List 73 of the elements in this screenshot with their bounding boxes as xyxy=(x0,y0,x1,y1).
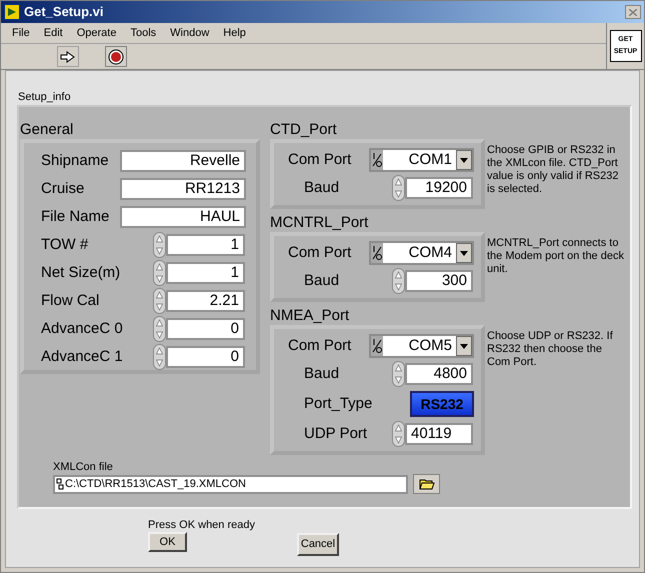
spinner-arrows-icon[interactable] xyxy=(392,361,405,387)
app-icon xyxy=(4,4,20,20)
stop-icon xyxy=(108,48,124,64)
spinner-arrows-icon[interactable] xyxy=(153,260,166,286)
run-button[interactable] xyxy=(57,46,79,67)
section-label: MCNTRL_Port xyxy=(270,213,370,232)
text-field[interactable]: RR1213 xyxy=(120,178,246,200)
field-label: AdvanceC 0 xyxy=(40,318,124,339)
numeric-field[interactable]: 0 xyxy=(166,318,245,340)
spinner-arrows-icon[interactable] xyxy=(153,288,166,314)
ring-io-icon xyxy=(371,151,383,169)
menu-item[interactable]: Edit xyxy=(36,24,70,42)
field-label: AdvanceC 1 xyxy=(40,346,124,367)
ring-selector[interactable]: COM5 xyxy=(369,334,474,358)
field-label: Flow Cal xyxy=(40,290,100,311)
spinner-arrows-icon[interactable] xyxy=(392,175,405,201)
field-label: Baud xyxy=(303,178,340,198)
spinner-arrows-icon[interactable] xyxy=(392,421,405,447)
spinner-arrows-icon[interactable] xyxy=(153,344,166,370)
numeric-field[interactable]: 1 xyxy=(166,262,245,284)
menu-item[interactable]: Operate xyxy=(70,24,124,42)
dialog-button[interactable]: Cancel xyxy=(297,533,339,556)
cluster-label: Setup_info xyxy=(17,90,72,105)
arrow-icon xyxy=(60,50,76,62)
ring-selector[interactable]: COM1 xyxy=(369,148,474,172)
numeric-field[interactable]: 40119 xyxy=(405,423,473,445)
section-label: CTD_Port xyxy=(270,120,338,139)
port-note: MCNTRL_Port connects to the Modem port on the deck unit. xyxy=(486,236,625,277)
section-label: General xyxy=(19,120,74,139)
ring-io-icon xyxy=(371,244,383,262)
numeric-field[interactable]: 1 xyxy=(166,234,245,256)
spinner-arrows-icon[interactable] xyxy=(392,268,405,294)
ready-prompt: Press OK when ready xyxy=(148,518,256,532)
port-note: Choose GPIB or RS232 in the XMLcon file. CTD_Port value is only valid if RS232 is selected. xyxy=(486,143,620,197)
field-label: TOW # xyxy=(40,234,90,255)
spinner-arrows-icon[interactable] xyxy=(153,316,166,342)
menu-item[interactable]: File xyxy=(5,24,37,42)
path-field[interactable]: C:\CTD\RR1513\CAST_19.XMLCON xyxy=(53,474,408,494)
dialog-button[interactable]: OK xyxy=(148,532,187,552)
field-label: Port_Type xyxy=(303,394,374,414)
text-field[interactable]: Revelle xyxy=(120,150,246,172)
numeric-field[interactable]: 19200 xyxy=(405,177,473,199)
abort-button[interactable] xyxy=(105,46,127,67)
field-label: UDP Port xyxy=(303,424,368,444)
field-label: Com Port xyxy=(287,242,352,263)
ring-io-icon xyxy=(371,337,383,355)
folder-icon xyxy=(418,478,434,490)
close-icon xyxy=(629,8,637,16)
numeric-field[interactable]: 0 xyxy=(166,346,245,368)
spinner-arrows-icon[interactable] xyxy=(153,232,166,258)
field-label: Cruise xyxy=(40,178,86,199)
menu-item[interactable]: Tools xyxy=(123,24,164,42)
numeric-field[interactable]: 2.21 xyxy=(166,290,245,312)
field-label: Com Port xyxy=(287,150,352,170)
field-label: Shipname xyxy=(40,150,110,171)
text-field[interactable]: HAUL xyxy=(120,206,246,228)
field-label: Com Port xyxy=(287,336,352,356)
field-label: Net Size(m) xyxy=(40,262,122,283)
numeric-field[interactable]: 4800 xyxy=(405,363,473,385)
close-button[interactable] xyxy=(625,5,641,19)
port-note: Choose UDP or RS232. If RS232 then choose the Com Port. xyxy=(486,329,614,370)
ring-selector[interactable]: COM4 xyxy=(369,241,474,265)
field-label: Baud xyxy=(303,270,340,291)
numeric-field[interactable]: 300 xyxy=(405,270,473,292)
menu-item[interactable]: Window xyxy=(163,24,216,42)
section-label: NMEA_Port xyxy=(270,306,350,325)
menu-item[interactable]: Help xyxy=(216,24,253,42)
xmlcon-label: XMLCon file xyxy=(53,460,114,474)
window-title: Get_Setup.vi xyxy=(24,3,104,22)
browse-button[interactable] xyxy=(413,474,440,494)
path-icon xyxy=(56,478,64,490)
field-label: File Name xyxy=(40,206,110,227)
field-label: Baud xyxy=(303,364,340,384)
